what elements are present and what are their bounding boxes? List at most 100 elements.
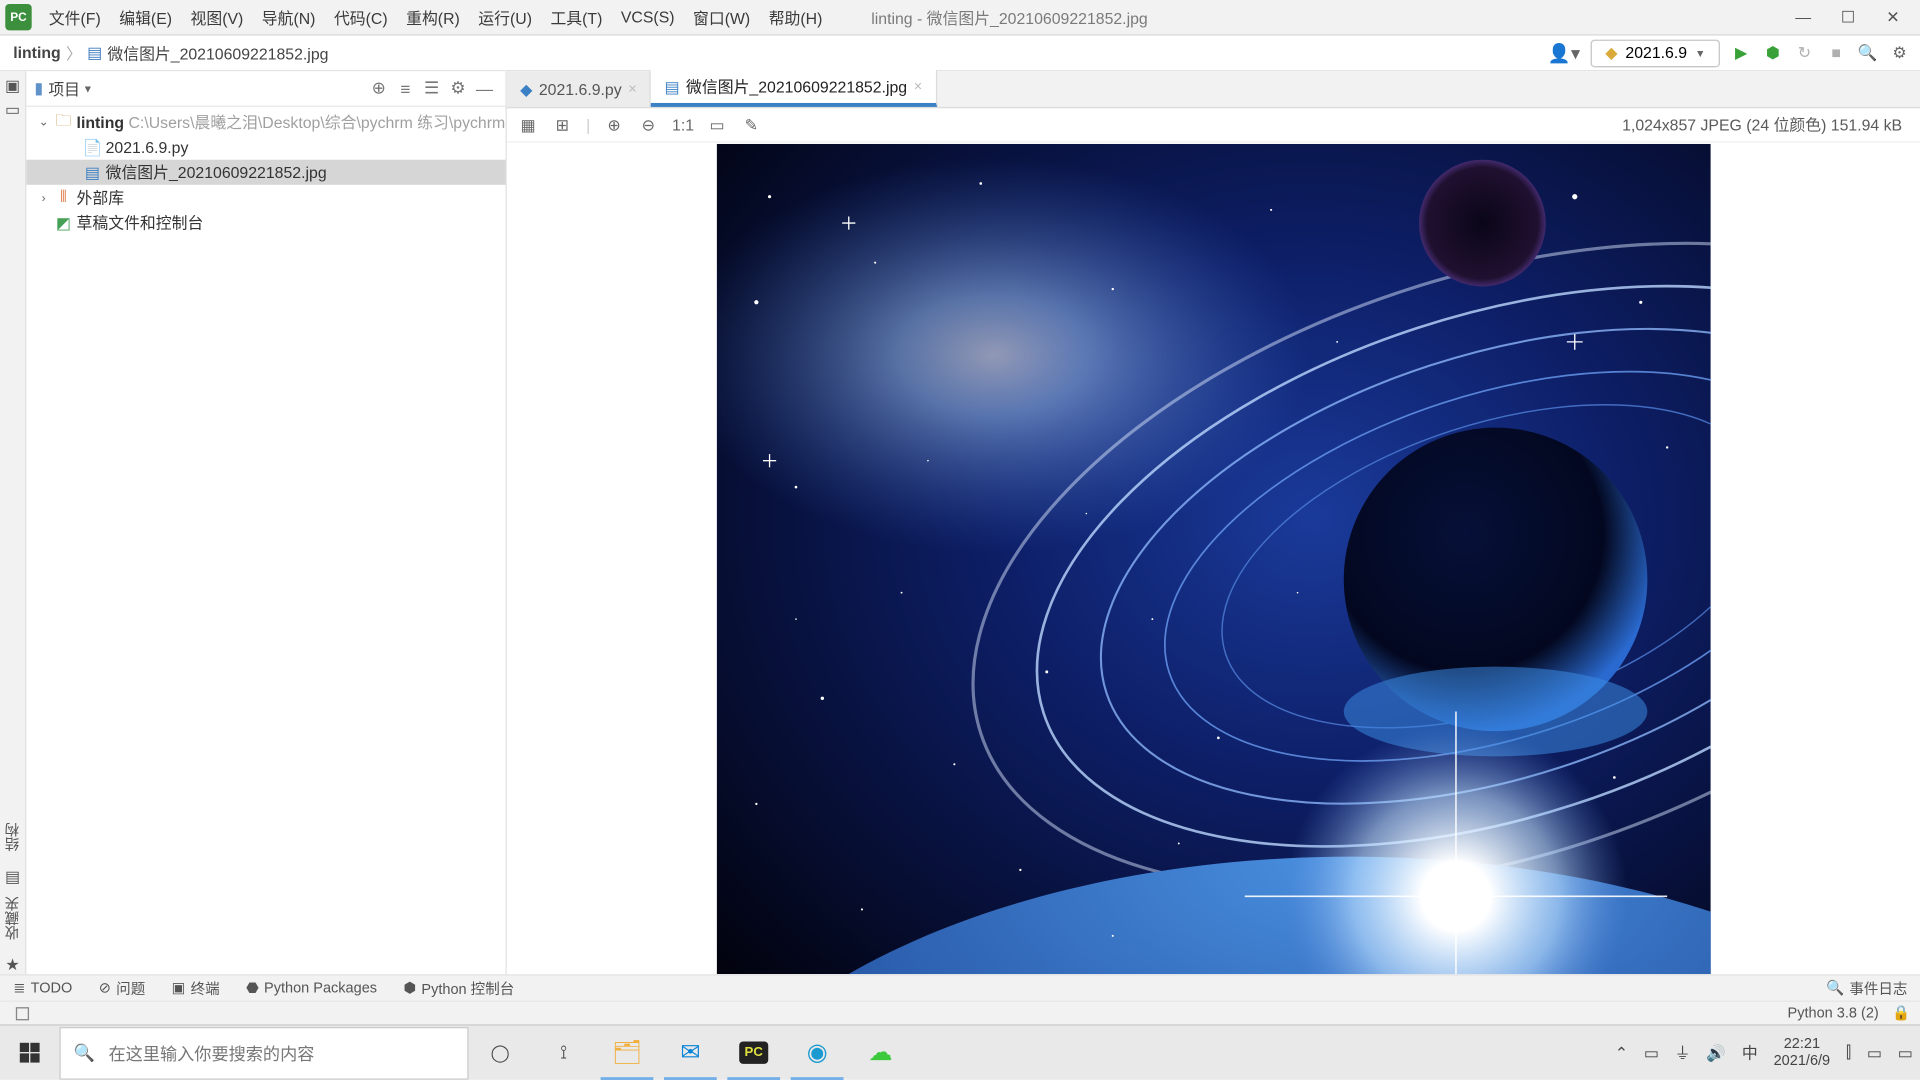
favorites-icon[interactable]: ★ [5, 956, 19, 974]
taskbar-wechat[interactable]: ☁ [849, 1025, 912, 1080]
menu-code[interactable]: 代码(C) [325, 6, 397, 28]
breadcrumb-root[interactable]: linting [13, 44, 61, 62]
ime-indicator[interactable]: 中 [1742, 1041, 1758, 1063]
cortana-button[interactable]: ⟟ [532, 1025, 595, 1080]
close-button[interactable]: ✕ [1884, 8, 1902, 26]
menu-window[interactable]: 窗口(W) [684, 6, 760, 28]
menu-view[interactable]: 视图(V) [181, 6, 252, 28]
displayed-image [717, 144, 1711, 974]
project-panel-title[interactable]: 项目 [48, 77, 80, 99]
run-config-selector[interactable]: ◆ 2021.6.9 ▼ [1591, 39, 1720, 67]
tree-scratches[interactable]: ◩ 草稿文件和控制台 [26, 210, 505, 235]
start-button[interactable] [0, 1025, 58, 1080]
collapse-all-icon[interactable]: ☰ [418, 78, 444, 99]
stop-button[interactable]: ■ [1826, 42, 1847, 63]
image-toolbar: ▦ ⊞ | ⊕ ⊖ 1:1 ▭ ✎ 1,024x857 JPEG (24 位颜色… [507, 108, 1920, 142]
taskbar-mail[interactable]: ✉ [659, 1025, 722, 1080]
system-tray: ⌃ ▭ ⏚ 🔊 中 22:21 2021/6/9 ⫿ ▭ ▭ [1607, 1036, 1920, 1070]
event-log-tool[interactable]: 🔍事件日志 [1826, 977, 1920, 998]
python-console-tool[interactable]: ⬢Python 控制台 [390, 977, 527, 998]
nav-row: linting 〉 ▤ 微信图片_20210609221852.jpg 👤▾ ◆… [0, 36, 1920, 72]
tray-app1-icon[interactable]: ⫿ [1846, 1043, 1851, 1063]
breadcrumb: linting 〉 ▤ 微信图片_20210609221852.jpg [0, 42, 328, 64]
file-tool-icon[interactable]: ▭ [5, 100, 20, 118]
editor-area: ◆ 2021.6.9.py × ▤ 微信图片_20210609221852.jp… [507, 71, 1920, 974]
toggle-transparency-icon[interactable]: ▦ [517, 116, 538, 134]
editor-tabs: ◆ 2021.6.9.py × ▤ 微信图片_20210609221852.jp… [507, 71, 1920, 108]
toggle-grid-icon[interactable]: ⊞ [552, 116, 573, 134]
python-file-icon: ◆ [520, 80, 532, 98]
expand-all-icon[interactable]: ≡ [392, 79, 418, 99]
project-tree: ⌄ 🗀 linting C:\Users\晨曦之泪\Desktop\综合\pyc… [26, 107, 505, 235]
status-toggle-icon[interactable] [16, 1007, 29, 1020]
taskbar-edge[interactable]: ◉ [785, 1025, 848, 1080]
wifi-icon[interactable]: ⏚ [1675, 1041, 1691, 1063]
tray-chevron-icon[interactable]: ⌃ [1615, 1043, 1628, 1061]
tab-image-file[interactable]: ▤ 微信图片_20210609221852.jpg × [651, 70, 936, 107]
interpreter-label[interactable]: Python 3.8 (2) [1788, 1005, 1879, 1021]
todo-tool[interactable]: ≣TODO [0, 979, 86, 996]
window-title: linting - 微信图片_20210609221852.jpg [832, 6, 1776, 28]
left-gutter: ▣ ▭ 结构 ▤ 收藏夹 ★ [0, 71, 26, 974]
windows-taskbar: 🔍 在这里输入你要搜索的内容 ◯ ⟟ 🗂 ✉ PC ◉ ☁ ⌃ ▭ ⏚ 🔊 中 … [0, 1024, 1920, 1079]
settings-icon[interactable]: ⚙ [1889, 42, 1910, 63]
run-with-coverage-button[interactable]: ↻ [1794, 42, 1815, 63]
problems-tool[interactable]: ⊘问题 [86, 977, 159, 998]
tool-settings-icon[interactable]: ⚙ [445, 78, 471, 99]
image-info-label: 1,024x857 JPEG (24 位颜色) 151.94 kB [1622, 114, 1910, 136]
user-icon[interactable]: 👤▾ [1548, 42, 1580, 64]
tab-python-file[interactable]: ◆ 2021.6.9.py × [507, 71, 651, 107]
menu-help[interactable]: 帮助(H) [759, 6, 831, 28]
taskbar-clock[interactable]: 22:21 2021/6/9 [1774, 1036, 1831, 1070]
run-button[interactable]: ▶ [1731, 42, 1752, 63]
zoom-fit-icon[interactable]: ▭ [706, 116, 727, 134]
menu-refactor[interactable]: 重构(R) [397, 6, 469, 28]
task-view-button[interactable]: ◯ [469, 1025, 532, 1080]
debug-button[interactable]: ⬢ [1762, 42, 1783, 63]
notifications-icon[interactable]: ▭ [1898, 1043, 1913, 1061]
run-config-label: 2021.6.9 [1625, 44, 1687, 62]
lock-icon[interactable]: 🔒 [1892, 1005, 1910, 1022]
project-tool-icon[interactable]: ▣ [5, 77, 20, 95]
menu-edit[interactable]: 编辑(E) [110, 6, 181, 28]
menu-navigate[interactable]: 导航(N) [253, 6, 325, 28]
image-file-icon: ▤ [664, 77, 679, 95]
menu-vcs[interactable]: VCS(S) [612, 8, 684, 26]
color-picker-icon[interactable]: ✎ [741, 116, 762, 134]
tray-app2-icon[interactable]: ▭ [1867, 1043, 1882, 1061]
favorites-tool-label[interactable]: 收藏夹 [2, 886, 23, 951]
taskbar-pycharm[interactable]: PC [722, 1025, 785, 1080]
close-icon[interactable]: × [914, 79, 922, 95]
volume-icon[interactable]: 🔊 [1706, 1043, 1726, 1061]
tree-file-image[interactable]: ▤ 微信图片_20210609221852.jpg [26, 160, 505, 185]
taskbar-explorer[interactable]: 🗂 [595, 1025, 658, 1080]
breadcrumb-file[interactable]: 微信图片_20210609221852.jpg [107, 42, 328, 64]
structure-icon[interactable]: ▤ [5, 867, 20, 885]
maximize-button[interactable]: ☐ [1839, 8, 1857, 26]
python-packages-tool[interactable]: ⬣Python Packages [233, 979, 390, 996]
hide-panel-icon[interactable]: — [471, 79, 497, 99]
terminal-tool[interactable]: ▣终端 [158, 977, 232, 998]
tree-external-libs[interactable]: › ⫴ 外部库 [26, 185, 505, 210]
zoom-actual-icon[interactable]: 1:1 [672, 116, 693, 134]
minimize-button[interactable]: — [1794, 8, 1812, 26]
menu-bar: PC 文件(F) 编辑(E) 视图(V) 导航(N) 代码(C) 重构(R) 运… [0, 0, 1920, 36]
locate-icon[interactable]: ⊕ [366, 78, 392, 99]
search-icon: 🔍 [74, 1042, 95, 1063]
file-icon: ▤ [87, 44, 102, 62]
taskbar-search[interactable]: 🔍 在这里输入你要搜索的内容 [59, 1026, 468, 1079]
windows-logo-icon [19, 1043, 39, 1063]
search-everywhere-icon[interactable]: 🔍 [1857, 42, 1878, 63]
menu-file[interactable]: 文件(F) [40, 6, 110, 28]
zoom-in-icon[interactable]: ⊕ [603, 116, 624, 134]
battery-icon[interactable]: ▭ [1644, 1043, 1659, 1061]
search-placeholder: 在这里输入你要搜索的内容 [108, 1040, 314, 1065]
image-viewer[interactable] [507, 143, 1920, 975]
zoom-out-icon[interactable]: ⊖ [638, 116, 659, 134]
menu-run[interactable]: 运行(U) [469, 6, 541, 28]
close-icon[interactable]: × [628, 81, 636, 97]
structure-tool-label[interactable]: 结构 [2, 812, 23, 862]
menu-tools[interactable]: 工具(T) [541, 6, 611, 28]
tree-root-node[interactable]: ⌄ 🗀 linting C:\Users\晨曦之泪\Desktop\综合\pyc… [26, 110, 505, 135]
tree-file-py[interactable]: 📄 2021.6.9.py [26, 135, 505, 160]
